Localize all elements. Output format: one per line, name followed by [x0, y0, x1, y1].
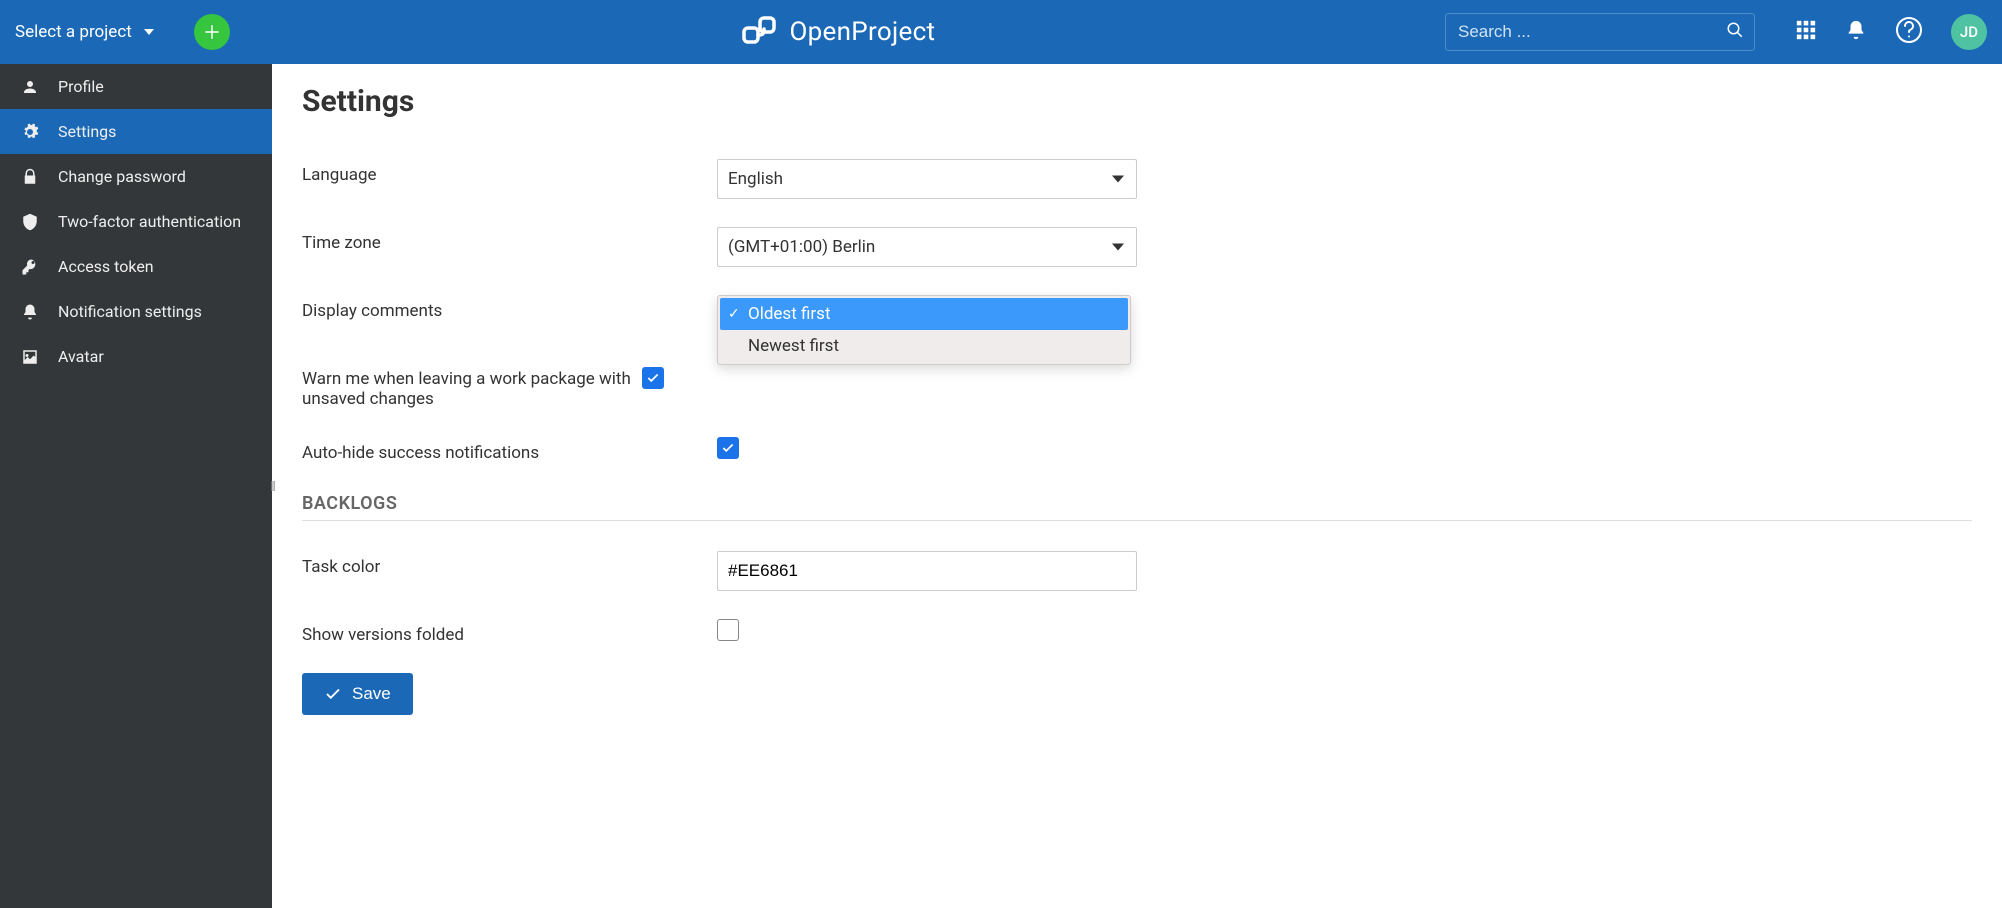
- check-icon: [646, 371, 660, 385]
- sidebar-item-two-factor[interactable]: Two-factor authentication: [0, 199, 272, 244]
- sidebar-item-notification-settings[interactable]: Notification settings: [0, 289, 272, 334]
- shield-lock-icon: [20, 213, 40, 231]
- sidebar-label: Avatar: [58, 347, 104, 366]
- label-task-color: Task color: [302, 551, 717, 577]
- sidebar-label: Two-factor authentication: [58, 212, 241, 231]
- key-icon: [20, 258, 40, 276]
- help-icon[interactable]: [1895, 16, 1923, 48]
- search-icon[interactable]: [1726, 21, 1744, 43]
- save-button-label: Save: [352, 684, 391, 704]
- sidebar-item-profile[interactable]: Profile: [0, 64, 272, 109]
- save-button[interactable]: Save: [302, 673, 413, 715]
- select-value: English: [728, 169, 783, 189]
- dropdown-display-comments[interactable]: ✓ Oldest first Newest first: [717, 295, 1131, 365]
- select-language[interactable]: English: [717, 159, 1137, 199]
- project-selector[interactable]: Select a project: [15, 22, 154, 42]
- dropdown-option-newest-first[interactable]: Newest first: [720, 330, 1128, 362]
- page-title: Settings: [302, 84, 1972, 119]
- field-warn-unsaved: Warn me when leaving a work package with…: [302, 363, 1972, 409]
- field-language: Language English: [302, 159, 1972, 199]
- checkbox-auto-hide[interactable]: [717, 437, 739, 459]
- sidebar-label: Profile: [58, 77, 104, 96]
- project-selector-label: Select a project: [15, 22, 132, 42]
- label-warn-unsaved: Warn me when leaving a work package with…: [302, 363, 642, 409]
- label-language: Language: [302, 159, 717, 185]
- field-auto-hide: Auto-hide success notifications: [302, 437, 1972, 463]
- sidebar-label: Notification settings: [58, 302, 202, 321]
- sidebar-label: Change password: [58, 167, 186, 186]
- caret-down-icon: [144, 29, 154, 35]
- search-box[interactable]: [1445, 13, 1755, 51]
- checkbox-warn-unsaved[interactable]: [642, 367, 664, 389]
- sidebar-label: Access token: [58, 257, 154, 276]
- check-icon: [324, 685, 342, 703]
- top-header: Select a project OpenProject JD: [0, 0, 2002, 64]
- dropdown-option-oldest-first[interactable]: ✓ Oldest first: [720, 298, 1128, 330]
- label-auto-hide: Auto-hide success notifications: [302, 437, 717, 463]
- sidebar-item-change-password[interactable]: Change password: [0, 154, 272, 199]
- field-task-color: Task color: [302, 551, 1972, 591]
- caret-down-icon: [1112, 176, 1124, 183]
- brand-text: OpenProject: [789, 17, 935, 47]
- plus-icon: [203, 23, 221, 41]
- section-divider: [302, 520, 1972, 521]
- search-input[interactable]: [1458, 22, 1716, 42]
- label-display-comments: Display comments: [302, 295, 717, 321]
- section-heading-backlogs: BACKLOGS: [302, 493, 1972, 514]
- sidebar-item-access-token[interactable]: Access token: [0, 244, 272, 289]
- label-timezone: Time zone: [302, 227, 717, 253]
- avatar-initials: JD: [1960, 23, 1978, 41]
- user-avatar[interactable]: JD: [1951, 14, 1987, 50]
- label-show-versions-folded: Show versions folded: [302, 619, 717, 645]
- checkbox-show-versions-folded[interactable]: [717, 619, 739, 641]
- brand-logo: OpenProject: [230, 10, 1445, 54]
- sidebar-item-settings[interactable]: Settings: [0, 109, 272, 154]
- field-display-comments: Display comments ✓ Oldest first Newest f…: [302, 295, 1972, 335]
- notifications-icon[interactable]: [1845, 19, 1867, 45]
- check-icon: ✓: [728, 306, 740, 322]
- check-icon: [721, 441, 735, 455]
- openproject-logo-icon: [739, 10, 779, 54]
- field-show-versions-folded: Show versions folded: [302, 619, 1972, 645]
- option-label: Oldest first: [748, 304, 831, 324]
- image-icon: [20, 348, 40, 366]
- select-value: (GMT+01:00) Berlin: [728, 237, 875, 257]
- select-timezone[interactable]: (GMT+01:00) Berlin: [717, 227, 1137, 267]
- main-content: Settings Language English Time zone (GMT…: [272, 64, 2002, 908]
- field-timezone: Time zone (GMT+01:00) Berlin: [302, 227, 1972, 267]
- sidebar-label: Settings: [58, 122, 116, 141]
- input-task-color[interactable]: [717, 551, 1137, 591]
- sidebar: Profile Settings Change password Two-fac…: [0, 64, 272, 908]
- lock-icon: [20, 168, 40, 186]
- caret-down-icon: [1112, 244, 1124, 251]
- bell-icon: [20, 303, 40, 321]
- modules-icon[interactable]: [1795, 19, 1817, 45]
- user-icon: [20, 78, 40, 96]
- sidebar-item-avatar[interactable]: Avatar: [0, 334, 272, 379]
- option-label: Newest first: [748, 336, 839, 356]
- create-button[interactable]: [194, 14, 230, 50]
- gears-icon: [20, 123, 40, 141]
- header-right: JD: [1795, 14, 1987, 50]
